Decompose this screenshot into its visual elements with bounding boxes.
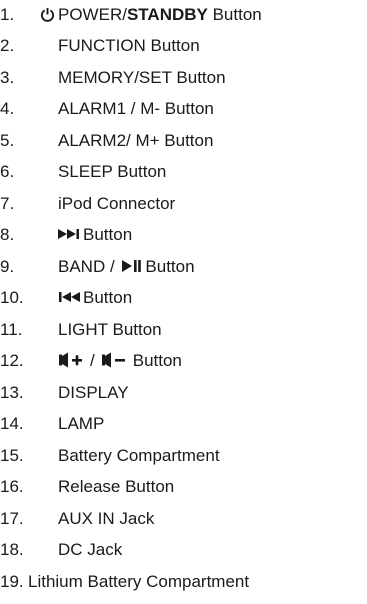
item-number: 5. <box>0 130 15 150</box>
item-text: Lithium Battery Compartment <box>28 571 250 591</box>
item-number: 12. <box>0 350 24 370</box>
item-number: 9. <box>0 256 15 276</box>
item-text: LIGHT Button <box>58 319 162 339</box>
volume-down-icon <box>101 352 127 368</box>
item-number: 4. <box>0 98 15 118</box>
item-text: Button <box>83 224 133 244</box>
item-text: Button <box>83 287 133 307</box>
item-number: 16. <box>0 476 24 496</box>
item-label: Button <box>58 220 132 248</box>
item-text: MEMORY/SET Button <box>58 67 226 87</box>
item-text: iPod Connector <box>58 193 176 213</box>
item-number: 11. <box>0 319 23 339</box>
item-label: BAND / Button <box>58 252 195 280</box>
item-text-suffix: Button <box>145 256 195 276</box>
item-label: / Button <box>58 346 182 374</box>
play-pause-icon <box>122 259 142 273</box>
power-icon <box>40 7 55 22</box>
item-number: 14. <box>0 413 24 433</box>
item-text: LAMP <box>58 413 105 433</box>
item-text: DISPLAY <box>58 382 129 402</box>
item-number: 15. <box>0 445 24 465</box>
item-number: 19. <box>0 571 24 591</box>
item-text: SLEEP Button <box>58 161 167 181</box>
skip-forward-icon <box>58 228 80 240</box>
volume-up-icon <box>58 352 84 368</box>
skip-back-icon <box>58 291 80 303</box>
item-number: 10. <box>0 287 24 307</box>
item-text: Release Button <box>58 476 175 496</box>
item-text: AUX IN Jack <box>58 508 155 528</box>
list-item: 1. POWER/STANDBY Button <box>0 0 367 28</box>
item-text: ALARM1 / M- Button <box>58 98 214 118</box>
item-text: Battery Compartment <box>58 445 220 465</box>
item-text-bold: STANDBY <box>126 4 208 24</box>
item-text: DC Jack <box>58 539 123 559</box>
item-label: Button <box>58 283 132 311</box>
item-number: 2. <box>0 35 15 55</box>
item-number: 8. <box>0 224 15 244</box>
item-text: Button <box>132 350 182 370</box>
item-text-suffix: Button <box>207 4 262 24</box>
item-text: FUNCTION Button <box>58 35 200 55</box>
item-number: 17. <box>0 508 24 528</box>
item-number: 6. <box>0 161 15 181</box>
item-number: 13. <box>0 382 24 402</box>
item-separator: / <box>90 350 95 370</box>
item-text: BAND / <box>58 256 120 276</box>
item-number: 3. <box>0 67 15 87</box>
item-number: 1. <box>0 4 15 24</box>
item-number: 18. <box>0 539 24 559</box>
item-text: POWER/ <box>58 4 127 24</box>
parts-list: 1. POWER/STANDBY Button 2. FUNCTION Butt… <box>0 0 367 604</box>
item-text: ALARM2/ M+ Button <box>58 130 214 150</box>
item-label: POWER/STANDBY Button <box>40 0 262 28</box>
item-number: 7. <box>0 193 15 213</box>
